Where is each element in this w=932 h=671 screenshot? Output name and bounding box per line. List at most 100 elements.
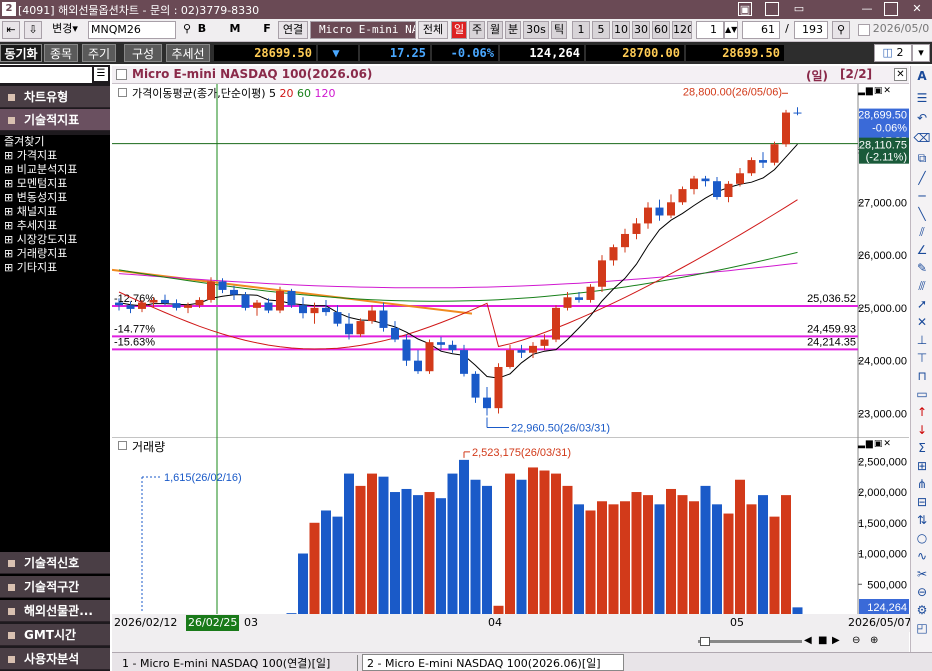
search-icon[interactable]: ⚲ [180, 21, 194, 39]
vertical-tool-icon[interactable]: ⊥ [913, 332, 931, 349]
tree-item-channel[interactable]: ⊞ 채널지표 [4, 205, 57, 219]
period-5[interactable]: 5 [592, 21, 610, 39]
period-month[interactable]: 월 [487, 21, 503, 39]
all-button[interactable]: 전체 [418, 21, 448, 39]
layout-dropdown-icon[interactable]: ▾ [912, 44, 930, 62]
visible-count-input[interactable]: 61 [742, 21, 780, 39]
tree-item-other[interactable]: ⊞ 기타지표 [4, 261, 57, 275]
channel-tool-icon[interactable]: ⫻ [913, 278, 931, 295]
period-1[interactable]: 1 [572, 21, 590, 39]
zoom-in-icon[interactable]: ⊕ [870, 635, 878, 646]
tab-june[interactable]: 2 - Micro E-mini NASDAQ 100(2026.06)[일] [362, 654, 624, 671]
angle-tool-icon[interactable]: ∠ [913, 242, 931, 259]
period-60[interactable]: 60 [652, 21, 670, 39]
vol-pane-max-icon[interactable]: ▣ [874, 439, 884, 449]
period-minute[interactable]: 분 [505, 21, 521, 39]
cross-tool-icon[interactable]: ✕ [913, 314, 931, 331]
symbol-input[interactable]: MNQM26 [88, 21, 176, 39]
section-range[interactable]: 기술적구간 [0, 576, 110, 598]
close-button[interactable]: ✕ [910, 2, 924, 16]
count-input[interactable]: 1 [696, 21, 724, 39]
save-tool-icon[interactable]: ◰ [913, 620, 931, 637]
scroll-left-icon[interactable]: ◀ [804, 635, 812, 646]
window-menu-button[interactable]: ▣ [738, 2, 752, 16]
link-button[interactable]: 연결 [278, 21, 308, 39]
period-tick[interactable]: 틱 [551, 21, 567, 39]
scroll-bar[interactable]: ◀ ■ ▶ ⊖ ⊕ [112, 632, 909, 652]
period-tool-icon[interactable]: ⊓ [913, 368, 931, 385]
volume-chart[interactable]: 거래량 2,500,000 2,000,000 1,500,000 1,000,000… [112, 437, 909, 615]
period-120[interactable]: 120 [672, 21, 692, 39]
tree-item-strength[interactable]: ⊞ 시장강도지표 [4, 233, 77, 247]
down-arrow-tool-icon[interactable]: ↓ [913, 422, 931, 439]
section-tech-indicator[interactable]: 기술적지표 [0, 109, 110, 131]
erase-tool-icon[interactable]: ⌫ [913, 130, 931, 147]
m-button[interactable]: M [228, 21, 242, 39]
pane-max-icon[interactable]: ▣ [874, 86, 884, 96]
price-chart[interactable]: 가격이동평균(종가,단순이평) 5 20 60 120 28,000.0027,… [112, 84, 909, 439]
tab-sync[interactable]: 동기화 [0, 44, 42, 62]
b-button[interactable]: B [195, 21, 209, 39]
pane-down-icon[interactable]: ▂ [858, 86, 866, 96]
period-30[interactable]: 30 [632, 21, 650, 39]
tree-item-volatility[interactable]: ⊞ 변동성지표 [4, 191, 67, 205]
hline-tool-icon[interactable]: ─ [913, 188, 931, 205]
section-futures[interactable]: 해외선물관... [0, 600, 110, 622]
pin-button[interactable]: ▭ [792, 2, 806, 16]
period-day[interactable]: 일 [451, 21, 467, 39]
tab-period[interactable]: 주기 [82, 44, 116, 62]
section-chart-type[interactable]: 차트유형 [0, 86, 110, 108]
scroll-right-icon[interactable]: ▶ [832, 635, 840, 646]
list-tool-icon[interactable]: ☰ [913, 90, 931, 107]
zoom-icon[interactable]: ⚲ [832, 21, 850, 39]
grid-tool-icon[interactable]: ⊟ [913, 494, 931, 511]
count-spinner-icon[interactable]: ▲▼ [724, 21, 738, 39]
prev-icon[interactable]: ⇤ [2, 21, 20, 39]
vol-pane-up-icon[interactable]: ▆ [866, 439, 874, 449]
vol-pane-close-icon[interactable]: ✕ [883, 439, 892, 449]
panel-search-input[interactable] [0, 67, 92, 83]
undo-tool-icon[interactable]: ↶ [913, 110, 931, 127]
pen-tool-icon[interactable]: ✎ [913, 260, 931, 277]
cut-tool-icon[interactable]: ✂ [913, 566, 931, 583]
tree-item-trend[interactable]: ⊞ 추세지표 [4, 219, 57, 233]
date-input[interactable]: 2026/05/0 [872, 21, 930, 39]
section-gmt[interactable]: GMT시간 [0, 624, 110, 646]
line-tool-icon[interactable]: ╱ [913, 170, 931, 187]
tree-item-compare[interactable]: ⊞ 비교분석지표 [4, 163, 77, 177]
tree-item-favorites[interactable]: 즐겨찾기 [4, 135, 44, 149]
tree-item-volume[interactable]: ⊞ 거래량지표 [4, 247, 67, 261]
up-arrow-tool-icon[interactable]: ↑ [913, 404, 931, 421]
vol-pane-down-icon[interactable]: ▂ [858, 439, 866, 449]
lock-tool-icon[interactable]: ⊖ [913, 584, 931, 601]
ray-tool-icon[interactable]: ╲ [913, 206, 931, 223]
section-user[interactable]: 사용자분석 [0, 648, 110, 670]
period-30s[interactable]: 30s [523, 21, 549, 39]
cycle-tool-icon[interactable]: ⊤ [913, 350, 931, 367]
section-signal[interactable]: 기술적신호 [0, 552, 110, 574]
scroll-stop-icon[interactable]: ■ [818, 635, 827, 646]
sigma-tool-icon[interactable]: Σ [913, 440, 931, 457]
period-10[interactable]: 10 [612, 21, 630, 39]
scroll-thumb[interactable] [700, 637, 710, 646]
arrow-tool-icon[interactable]: ➚ [913, 296, 931, 313]
restore-button[interactable] [765, 2, 779, 16]
minimize-button[interactable]: — [860, 2, 874, 16]
chart-checkbox[interactable] [116, 69, 127, 80]
panel-menu-icon[interactable]: ☰ [94, 67, 108, 81]
maximize-button[interactable] [884, 2, 898, 16]
tab-trendline[interactable]: 추세선 [166, 44, 210, 62]
pane-up-icon[interactable]: ▆ [866, 86, 874, 96]
measure-tool-icon[interactable]: ⇅ [913, 512, 931, 529]
text-tool-icon[interactable]: A [913, 68, 931, 85]
pane-close-icon[interactable]: ✕ [883, 86, 892, 96]
box-tool-icon[interactable]: ▭ [913, 386, 931, 403]
tree-item-momentum[interactable]: ⊞ 모멘텀지표 [4, 177, 67, 191]
period-week[interactable]: 주 [469, 21, 485, 39]
settings-tool-icon[interactable]: ⚙ [913, 602, 931, 619]
tree-item-price[interactable]: ⊞ 가격지표 [4, 149, 57, 163]
tab-config[interactable]: 구성 [124, 44, 162, 62]
volume-chart-svg[interactable]: 2,500,000 2,000,000 1,500,000 1,000,000 500,… [112, 437, 909, 615]
scroll-track[interactable] [698, 640, 802, 643]
fan-tool-icon[interactable]: ⋔ [913, 476, 931, 493]
